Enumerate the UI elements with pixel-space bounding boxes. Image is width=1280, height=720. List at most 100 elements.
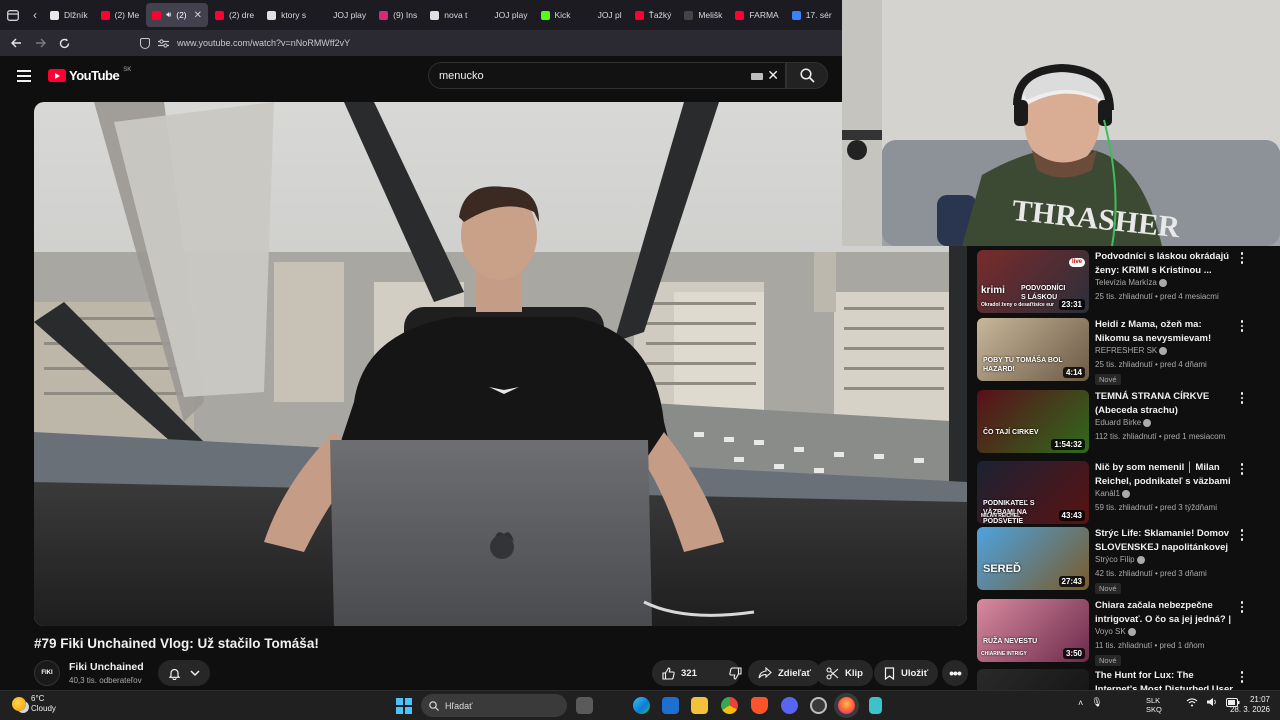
save-button[interactable]: Uložiť — [874, 660, 939, 686]
related-video-item[interactable]: POBY TU TOMÁŠA BOL HAZARD! 4:14 Heidi z Ma… — [977, 316, 1267, 385]
forward-button[interactable] — [28, 30, 52, 56]
video-thumbnail[interactable]: SEREĎ 27:43 — [977, 527, 1089, 590]
browser-tab[interactable]: (2) Me — [95, 3, 146, 27]
taskbar-search[interactable]: Hľadať — [421, 694, 567, 717]
youtube-logo[interactable]: YouTube SK — [48, 67, 131, 83]
obs-icon[interactable] — [810, 697, 827, 714]
keyboard-icon[interactable] — [751, 73, 763, 80]
related-video-channel[interactable]: Voyo SK — [1095, 627, 1126, 636]
more-vertical-icon[interactable] — [1239, 601, 1245, 613]
edge-icon[interactable] — [633, 697, 650, 714]
browser-tab[interactable]: Dlžník — [44, 3, 94, 27]
browser-tab[interactable]: Melišk — [678, 3, 728, 27]
store-icon[interactable] — [662, 697, 679, 714]
browser-tab[interactable]: ktory s — [261, 3, 312, 27]
tab-label: (2) Me — [114, 10, 140, 20]
share-button[interactable]: Zdieľať — [748, 660, 822, 686]
more-vertical-icon[interactable] — [1239, 671, 1245, 683]
chrome-icon[interactable] — [721, 697, 738, 714]
related-video-item[interactable]: krimi live PODVODNÍCI S LÁSKOU Okradol ženy… — [977, 248, 1267, 314]
speaker-icon[interactable]: 🔊︎ — [166, 10, 171, 20]
tracking-protection-icon[interactable] — [140, 37, 150, 49]
browser-tab[interactable]: (2) dre — [209, 3, 260, 27]
start-button[interactable] — [396, 698, 412, 714]
search-button[interactable] — [786, 62, 828, 89]
video-player[interactable] — [34, 102, 967, 626]
weather-widget[interactable]: 6°C Cloudy — [12, 694, 56, 714]
browser-tab[interactable]: JOJ pl — [578, 3, 628, 27]
video-thumbnail[interactable]: ČO TAJÍ CIRKEV 1:54:32 — [977, 390, 1089, 453]
video-thumbnail[interactable]: PODNIKATEĽ S VÄZBAMI NA PODSVETIE MILAN R… — [977, 461, 1089, 524]
browser-tab[interactable]: Kick — [535, 3, 577, 27]
task-view-icon[interactable] — [576, 697, 593, 714]
menu-icon[interactable] — [17, 70, 31, 82]
channel-name[interactable]: Fiki Unchained — [69, 661, 144, 673]
video-thumbnail[interactable]: RUŽA NEVESTU CHIARINE INTRIGY 3:50 — [977, 599, 1089, 662]
browser-tab[interactable]: JOJ play — [313, 3, 372, 27]
clip-button[interactable]: Klip — [816, 660, 873, 686]
volume-icon[interactable] — [1206, 697, 1218, 707]
related-video-item[interactable]: SEREĎ 27:43 Strýc Life: Sklamanie! Domov S… — [977, 525, 1267, 594]
browser-tab[interactable]: (9) Ins — [373, 3, 423, 27]
related-video-channel[interactable]: REFRESHER SK — [1095, 346, 1157, 355]
clear-search-icon[interactable]: ✕ — [767, 67, 779, 84]
input-language[interactable]: SLK SKQ — [1146, 696, 1162, 714]
tab-label: 17. sér — [805, 10, 832, 20]
close-tab-icon[interactable]: ✕ — [194, 10, 202, 21]
more-vertical-icon[interactable] — [1239, 529, 1245, 541]
more-actions-button[interactable]: ••• — [942, 660, 968, 686]
video-thumbnail[interactable]: krimi live PODVODNÍCI S LÁSKOU Okradol ženy… — [977, 250, 1089, 313]
related-video-title[interactable]: Heidi z Mama, ožeň ma: Nikomu sa nevysmi… — [1095, 318, 1233, 345]
video-thumbnail[interactable]: LUX — [977, 669, 1089, 690]
more-vertical-icon[interactable] — [1239, 252, 1245, 264]
more-vertical-icon[interactable] — [1239, 320, 1245, 332]
related-video-channel[interactable]: Strýco Filip — [1095, 555, 1135, 564]
search-icon — [429, 700, 439, 711]
related-video-title[interactable]: Podvodníci s láskou okrádajú ženy: KRIMI… — [1095, 250, 1233, 277]
tab-overview-icon[interactable] — [0, 0, 26, 30]
related-video-title[interactable]: Nič by som nemenil │ Milan Reichel, podn… — [1095, 461, 1233, 488]
browser-tab[interactable]: Ťažký — [629, 3, 678, 27]
related-video-channel[interactable]: Eduard Birke — [1095, 418, 1141, 427]
like-button[interactable]: 321 — [652, 660, 707, 686]
browser-tab[interactable]: FARMA — [729, 3, 784, 27]
url-text[interactable]: www.youtube.com/watch?v=nNoRMWff2vY — [177, 38, 350, 48]
related-video-item[interactable]: RUŽA NEVESTU CHIARINE INTRIGY 3:50 Chiara z… — [977, 597, 1267, 666]
browser-tab[interactable]: 17. sér — [786, 3, 838, 27]
more-vertical-icon[interactable] — [1239, 392, 1245, 404]
brave-icon[interactable] — [751, 697, 768, 714]
related-video-title[interactable]: Chiara začala nebezpečne intrigovať. O č… — [1095, 599, 1233, 626]
video-thumbnail[interactable]: POBY TU TOMÁŠA BOL HAZARD! 4:14 — [977, 318, 1089, 381]
dislike-button[interactable] — [719, 660, 752, 686]
notification-bell-button[interactable] — [158, 660, 210, 686]
reload-button[interactable] — [52, 30, 76, 56]
firefox-icon[interactable] — [838, 697, 855, 714]
related-video-channel[interactable]: Kanál1 — [1095, 489, 1120, 498]
notepad-icon[interactable] — [869, 697, 882, 714]
related-video-item[interactable]: PODNIKATEĽ S VÄZBAMI NA PODSVETIE MILAN R… — [977, 459, 1267, 525]
related-video-item[interactable]: ČO TAJÍ CIRKEV 1:54:32 TEMNÁ STRANA CÍRKVE… — [977, 388, 1267, 454]
search-input[interactable]: menucko ✕ — [428, 62, 786, 89]
tray-overflow-icon[interactable]: ˄ — [1078, 698, 1083, 708]
tab-label: JOJ pl — [597, 10, 622, 20]
page-permissions-icon[interactable] — [158, 38, 169, 48]
related-video-channel[interactable]: Televízia Markíza — [1095, 278, 1157, 287]
channel-avatar[interactable]: FIKI — [34, 660, 60, 686]
wifi-icon[interactable] — [1186, 697, 1198, 707]
browser-tab[interactable]: nova t — [424, 3, 473, 27]
tab-scroll-left-icon[interactable]: ‹ — [26, 0, 44, 30]
related-video-channel-row: Televízia Markíza — [1095, 278, 1167, 287]
browser-tab[interactable]: JOJ play — [474, 3, 533, 27]
discord-icon[interactable] — [781, 697, 798, 714]
browser-tab[interactable]: 🔊︎ (2) ✕ — [146, 3, 209, 27]
file-explorer-icon[interactable] — [691, 697, 708, 714]
related-video-item[interactable]: LUX The Hunt for Lux: The Internet's Most… — [977, 667, 1267, 690]
address-bar[interactable]: www.youtube.com/watch?v=nNoRMWff2vY — [140, 37, 350, 49]
related-video-title[interactable]: The Hunt for Lux: The Internet's Most Di… — [1095, 669, 1233, 690]
related-video-title[interactable]: TEMNÁ STRANA CÍRKVE (Abeceda strachu) — [1095, 390, 1233, 417]
back-button[interactable] — [4, 30, 28, 56]
related-video-title[interactable]: Strýc Life: Sklamanie! Domov SLOVENSKEJ … — [1095, 527, 1233, 554]
system-clock[interactable]: 21:07 28. 3. 2026 — [1228, 695, 1270, 715]
more-vertical-icon[interactable] — [1239, 463, 1245, 475]
microphone-icon[interactable]: 🎙︎ — [1091, 697, 1102, 708]
